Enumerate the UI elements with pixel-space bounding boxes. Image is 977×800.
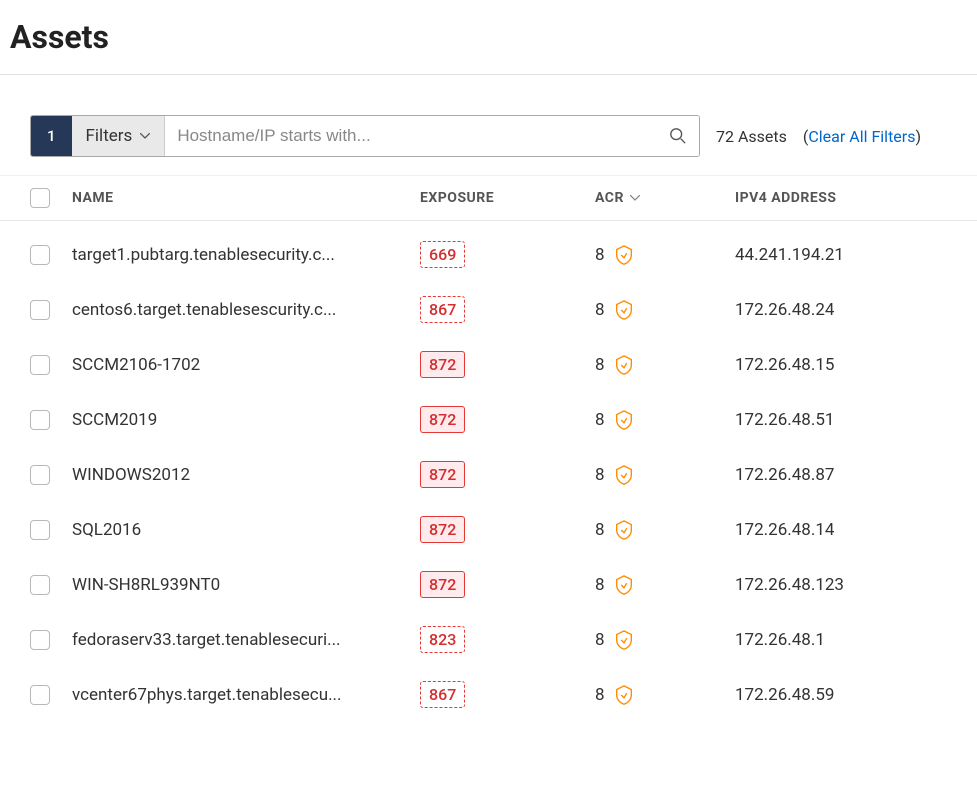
ipv4-address: 172.26.48.24 [735, 300, 947, 320]
search-input[interactable] [177, 126, 669, 146]
column-header-acr[interactable]: ACR [595, 190, 735, 206]
row-checkbox[interactable] [30, 355, 50, 375]
exposure-badge: 872 [420, 351, 465, 378]
row-checkbox[interactable] [30, 575, 50, 595]
sort-chevron-down-icon [630, 195, 640, 201]
filters-dropdown-label: Filters [86, 126, 133, 146]
acr-shield-icon [613, 684, 635, 706]
table-row[interactable]: fedoraserv33.target.tenablesecuri...823 8… [0, 612, 977, 667]
table-body: target1.pubtarg.tenablesecurity.c...669 8… [0, 221, 977, 728]
exposure-badge: 872 [420, 516, 465, 543]
acr-value: 8 [595, 630, 605, 650]
acr-shield-icon [613, 244, 635, 266]
acr-value: 8 [595, 300, 605, 320]
exposure-badge: 823 [420, 626, 465, 653]
ipv4-address: 172.26.48.14 [735, 520, 947, 540]
acr-shield-icon [613, 629, 635, 651]
row-checkbox[interactable] [30, 245, 50, 265]
table-row[interactable]: SCCM2019872 8 172.26.48.51 [0, 392, 977, 447]
table-row[interactable]: target1.pubtarg.tenablesecurity.c...669 8… [0, 227, 977, 282]
row-checkbox[interactable] [30, 630, 50, 650]
ipv4-address: 172.26.48.87 [735, 465, 947, 485]
column-header-name[interactable]: NAME [72, 190, 420, 206]
asset-count: 72 Assets [716, 127, 787, 146]
column-header-ip[interactable]: IPV4 ADDRESS [735, 190, 947, 206]
asset-name: SCCM2106-1702 [72, 355, 420, 375]
table-header: NAME EXPOSURE ACR IPV4 ADDRESS [0, 175, 977, 221]
row-checkbox[interactable] [30, 410, 50, 430]
search-wrap [165, 116, 699, 156]
table-row[interactable]: centos6.target.tenablesescurity.c...867 8… [0, 282, 977, 337]
page-title: Assets [0, 0, 977, 75]
acr-value: 8 [595, 245, 605, 265]
ipv4-address: 172.26.48.59 [735, 685, 947, 705]
filter-bar: 1 Filters 72 Assets (Clear All Filters) [0, 75, 977, 175]
table-row[interactable]: WIN-SH8RL939NT0872 8 172.26.48.123 [0, 557, 977, 612]
row-checkbox[interactable] [30, 685, 50, 705]
exposure-badge: 867 [420, 296, 465, 323]
column-header-exposure[interactable]: EXPOSURE [420, 190, 595, 206]
acr-value: 8 [595, 410, 605, 430]
acr-value: 8 [595, 685, 605, 705]
acr-value: 8 [595, 575, 605, 595]
acr-shield-icon [613, 519, 635, 541]
exposure-badge: 872 [420, 461, 465, 488]
table-row[interactable]: WINDOWS2012872 8 172.26.48.87 [0, 447, 977, 502]
filter-group: 1 Filters [30, 115, 700, 157]
acr-shield-icon [613, 409, 635, 431]
clear-all-filters-link[interactable]: Clear All Filters [808, 127, 915, 146]
ipv4-address: 172.26.48.51 [735, 410, 947, 430]
acr-shield-icon [613, 464, 635, 486]
clear-filters-wrap: (Clear All Filters) [803, 127, 921, 146]
assets-table: NAME EXPOSURE ACR IPV4 ADDRESS target1.p… [0, 175, 977, 728]
ipv4-address: 172.26.48.123 [735, 575, 947, 595]
ipv4-address: 172.26.48.1 [735, 630, 947, 650]
asset-name: fedoraserv33.target.tenablesecuri... [72, 630, 420, 650]
asset-name: SQL2016 [72, 520, 420, 540]
table-row[interactable]: SCCM2106-1702872 8 172.26.48.15 [0, 337, 977, 392]
filters-dropdown[interactable]: Filters [72, 116, 166, 156]
asset-name: centos6.target.tenablesescurity.c... [72, 300, 420, 320]
acr-value: 8 [595, 465, 605, 485]
asset-name: target1.pubtarg.tenablesecurity.c... [72, 245, 420, 265]
exposure-badge: 872 [420, 571, 465, 598]
row-checkbox[interactable] [30, 465, 50, 485]
table-row[interactable]: vcenter67phys.target.tenablesecu...867 8 1… [0, 667, 977, 722]
exposure-badge: 669 [420, 241, 465, 268]
asset-name: WINDOWS2012 [72, 465, 420, 485]
acr-shield-icon [613, 299, 635, 321]
ipv4-address: 44.241.194.21 [735, 245, 947, 265]
search-icon [669, 127, 687, 145]
acr-value: 8 [595, 520, 605, 540]
asset-name: WIN-SH8RL939NT0 [72, 575, 420, 595]
ipv4-address: 172.26.48.15 [735, 355, 947, 375]
exposure-badge: 867 [420, 681, 465, 708]
exposure-badge: 872 [420, 406, 465, 433]
column-header-acr-label: ACR [595, 190, 624, 206]
asset-name: SCCM2019 [72, 410, 420, 430]
chevron-down-icon [140, 133, 150, 139]
acr-shield-icon [613, 354, 635, 376]
row-checkbox[interactable] [30, 300, 50, 320]
filter-count-badge: 1 [31, 116, 72, 156]
acr-value: 8 [595, 355, 605, 375]
asset-name: vcenter67phys.target.tenablesecu... [72, 685, 420, 705]
table-row[interactable]: SQL2016872 8 172.26.48.14 [0, 502, 977, 557]
acr-shield-icon [613, 574, 635, 596]
select-all-checkbox[interactable] [30, 188, 50, 208]
row-checkbox[interactable] [30, 520, 50, 540]
